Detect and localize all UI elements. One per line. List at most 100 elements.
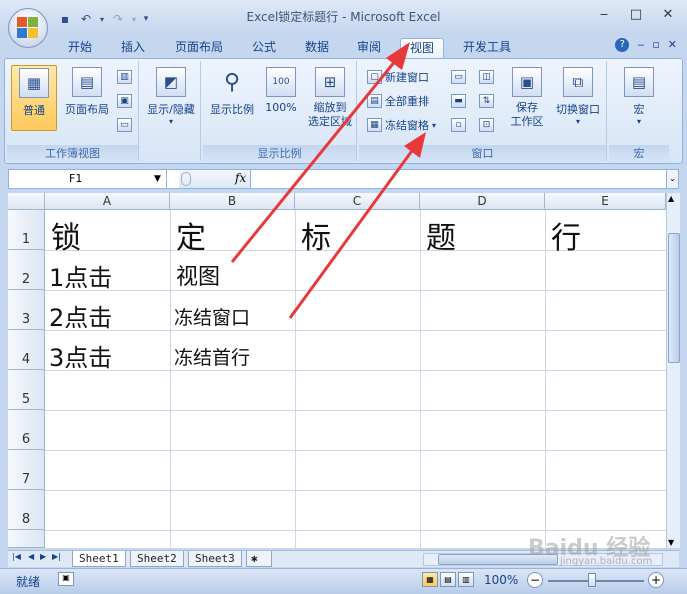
split-button[interactable]: ▭ <box>451 67 466 87</box>
cell-d1[interactable]: 题 <box>426 213 456 257</box>
office-button[interactable] <box>8 8 48 48</box>
worksheet-grid[interactable]: A B C D E 1 2 3 4 5 6 7 8 锁 定 标 题 行 1点击 … <box>8 193 666 548</box>
column-header-b[interactable]: B <box>170 193 295 210</box>
expand-formula-bar-icon[interactable]: ⌄ <box>666 170 678 188</box>
tab-view[interactable]: 视图 <box>400 38 444 58</box>
gridline <box>420 210 421 548</box>
cell-b4[interactable]: 冻结首行 <box>174 343 250 370</box>
page-layout-shortcut-icon[interactable]: ▤ <box>440 572 456 587</box>
scroll-up-icon[interactable]: ▲ <box>668 194 674 203</box>
tab-review[interactable]: 审阅 <box>347 38 391 58</box>
zoom-button[interactable]: ⚲ 显示比例 <box>205 65 259 131</box>
arrange-all-button[interactable]: ▤ 全部重排 <box>367 91 429 111</box>
page-break-preview-button[interactable]: ▥ <box>117 67 132 87</box>
save-workspace-button[interactable]: ▣ 保存 工作区 <box>505 65 549 131</box>
sheet-tab-3[interactable]: Sheet3 <box>188 551 242 567</box>
cell-c1[interactable]: 标 <box>301 213 331 257</box>
tab-home[interactable]: 开始 <box>58 38 102 58</box>
column-header-e[interactable]: E <box>545 193 666 210</box>
view-side-by-side-button[interactable]: ◫ <box>479 67 494 87</box>
vertical-scrollbar[interactable]: ▲ ▼ <box>666 193 680 548</box>
scroll-down-icon[interactable]: ▼ <box>668 538 674 547</box>
minimize-button[interactable]: ‒ <box>591 4 617 24</box>
reset-position-button[interactable]: ⊡ <box>479 115 494 135</box>
prev-sheet-icon[interactable]: ◀ <box>28 552 34 561</box>
zoom-100-button[interactable]: 100 100% <box>261 65 301 131</box>
close-button[interactable]: ✕ <box>655 4 681 24</box>
row-header-9[interactable] <box>8 530 45 548</box>
insert-function-icon[interactable]: fx <box>235 171 246 185</box>
zoom-slider-thumb[interactable] <box>588 573 596 587</box>
tab-data[interactable]: 数据 <box>295 38 339 58</box>
tab-page-layout[interactable]: 页面布局 <box>166 38 232 58</box>
dropdown-arrow-icon: ▾ <box>636 117 641 126</box>
zoom-100-label: 100% <box>265 101 297 114</box>
normal-view-button[interactable]: ▦ 普通 <box>11 65 57 131</box>
new-window-button[interactable]: ▢ 新建窗口 <box>367 67 429 87</box>
vertical-scroll-thumb[interactable] <box>668 233 680 363</box>
name-box-dropdown-icon[interactable]: ▼ <box>154 170 161 188</box>
cell-e1[interactable]: 行 <box>551 213 581 257</box>
zoom-in-icon[interactable]: + <box>648 572 664 588</box>
cell-a4[interactable]: 3点击 <box>49 338 112 373</box>
status-bar: 就绪 ▣ ▦ ▤ ▥ 100% − + <box>0 568 687 594</box>
row-header-5[interactable]: 5 <box>8 370 45 410</box>
row-header-3[interactable]: 3 <box>8 290 45 330</box>
macros-button[interactable]: ▤ 宏 ▾ <box>616 65 662 131</box>
next-sheet-icon[interactable]: ▶ <box>40 552 46 561</box>
row-header-1[interactable]: 1 <box>8 210 45 250</box>
select-all-corner[interactable] <box>8 193 45 210</box>
freeze-panes-button[interactable]: ▦ 冻结窗格 ▾ <box>367 115 436 135</box>
help-icon[interactable]: ? <box>615 38 630 52</box>
zoom-slider-track[interactable] <box>548 580 644 582</box>
zoom-level[interactable]: 100% <box>484 573 518 587</box>
page-layout-view-button[interactable]: ▤ 页面布局 <box>61 65 113 131</box>
cell-b1[interactable]: 定 <box>176 213 206 257</box>
row-header-8[interactable]: 8 <box>8 490 45 530</box>
ribbon-minimize-icon[interactable]: ‒ <box>637 38 644 52</box>
expand-handle-icon[interactable] <box>181 172 191 186</box>
zoom-selection-button[interactable]: ⊞ 缩放到 选定区域 <box>303 65 357 131</box>
split-icon: ▭ <box>451 70 466 84</box>
page-layout-label: 页面布局 <box>65 103 109 116</box>
row-header-2[interactable]: 2 <box>8 250 45 290</box>
column-header-c[interactable]: C <box>295 193 420 210</box>
row-header-6[interactable]: 6 <box>8 410 45 450</box>
cell-a3[interactable]: 2点击 <box>49 298 112 333</box>
normal-view-shortcut-icon[interactable]: ▦ <box>422 572 438 587</box>
ribbon-close-icon[interactable]: ✕ <box>668 38 677 52</box>
cell-b2[interactable]: 视图 <box>176 259 220 291</box>
switch-windows-button[interactable]: ⧉ 切换窗口 ▾ <box>551 65 605 131</box>
custom-views-button[interactable]: ▣ <box>117 91 132 111</box>
cell-b3[interactable]: 冻结窗口 <box>174 303 250 330</box>
sheet-tab-2[interactable]: Sheet2 <box>130 551 184 567</box>
tab-formulas[interactable]: 公式 <box>242 38 286 58</box>
column-header-d[interactable]: D <box>420 193 545 210</box>
first-sheet-icon[interactable]: |◀ <box>12 552 21 561</box>
column-header-a[interactable]: A <box>45 193 170 210</box>
insert-sheet-icon[interactable]: ✱ <box>246 551 272 567</box>
ribbon-restore-icon[interactable]: ▫ <box>652 38 659 52</box>
show-hide-button[interactable]: ◩ 显示/隐藏 ▾ <box>143 65 199 131</box>
name-box[interactable]: F1 <box>9 170 167 188</box>
zoom-out-icon[interactable]: − <box>527 572 543 588</box>
sheet-tab-1[interactable]: Sheet1 <box>72 551 126 567</box>
sync-scrolling-button[interactable]: ⇅ <box>479 91 494 111</box>
cell-a2[interactable]: 1点击 <box>49 258 112 293</box>
page-break-shortcut-icon[interactable]: ▥ <box>458 572 474 587</box>
zoom-100-icon: 100 <box>266 67 296 97</box>
formula-input[interactable] <box>253 170 664 188</box>
unhide-window-button[interactable]: ▫ <box>451 115 466 135</box>
row-header-7[interactable]: 7 <box>8 450 45 490</box>
row-header-4[interactable]: 4 <box>8 330 45 370</box>
cell-a1[interactable]: 锁 <box>51 213 81 257</box>
record-macro-icon[interactable]: ▣ <box>58 572 74 586</box>
hide-window-button[interactable]: ▬ <box>451 91 466 111</box>
last-sheet-icon[interactable]: ▶| <box>52 552 61 561</box>
maximize-button[interactable]: □ <box>623 4 649 24</box>
tab-developer[interactable]: 开发工具 <box>454 38 520 58</box>
tab-insert[interactable]: 插入 <box>111 38 155 58</box>
magnifier-icon: ⚲ <box>223 69 241 95</box>
full-screen-button[interactable]: ▭ <box>117 115 132 135</box>
switch-windows-icon: ⧉ <box>563 67 593 97</box>
